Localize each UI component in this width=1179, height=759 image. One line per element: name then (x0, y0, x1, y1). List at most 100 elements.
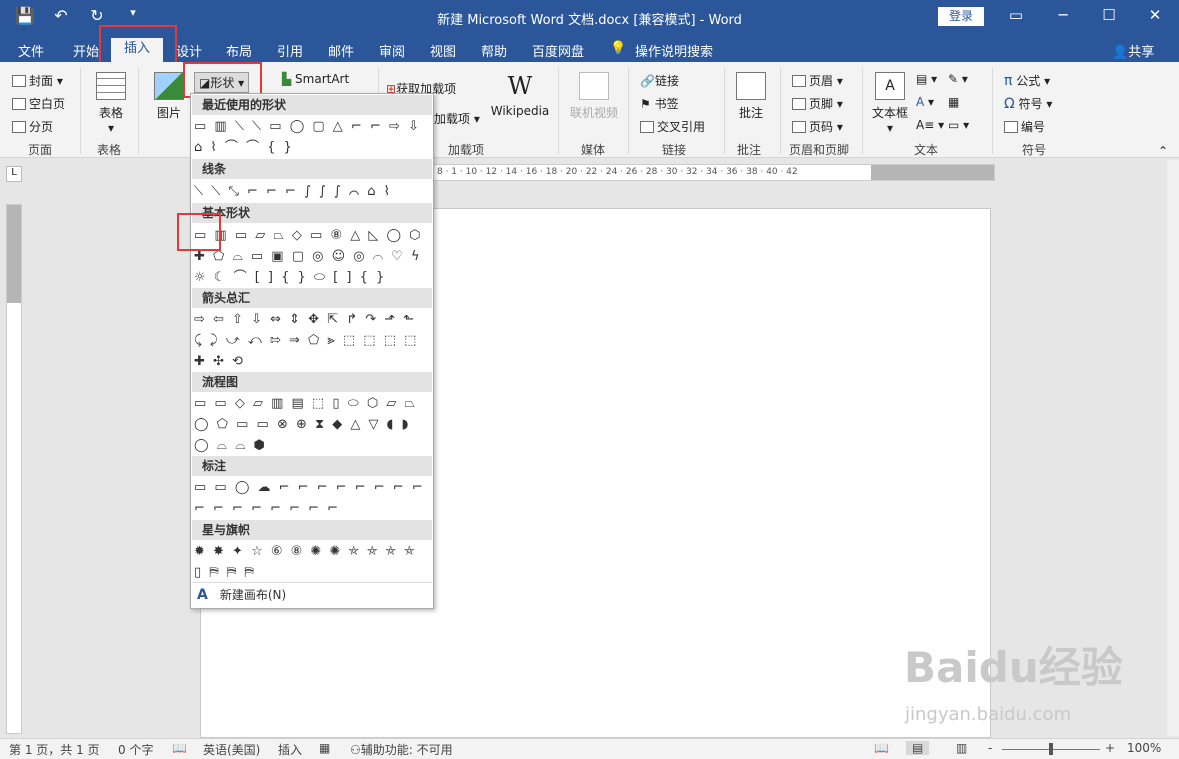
tab-insert[interactable]: 插入 (111, 38, 163, 62)
shape-row[interactable]: ⇨ ⇦ ⇧ ⇩ ⇔ ⇕ ✥ ⇱ ↱ ↷ ⬏ ⬑ (194, 309, 432, 330)
shape-row[interactable]: ✚ ✣ ⟲ (194, 351, 432, 372)
shape-row[interactable]: ▭ ▭ ◇ ▱ ▥ ▤ ⬚ ▯ ⬭ ⬡ ⏥ ⏢ (194, 393, 432, 414)
login-button[interactable]: 登录 (938, 7, 984, 26)
picture-button[interactable]: 图片 (152, 72, 186, 121)
equation-button[interactable]: π 公式 ▾ (1004, 72, 1050, 89)
zoom-out-button[interactable]: - (988, 741, 992, 755)
shape-row[interactable]: ⤹ ⤸ ⤻ ⤺ ⇰ ⇒ ⬠ ⪢ ⬚ ⬚ ⬚ ⬚ (194, 330, 432, 351)
my-addins-button[interactable]: 加载项 ▾ (434, 110, 480, 127)
ribbon: 封面 ▾ 空白页 分页 页面 表格 ▾ 表格 图片 ◪形状 ▾ ▙ SmartAr… (0, 62, 1179, 158)
collapse-ribbon-icon[interactable]: ⌃ (1158, 144, 1168, 158)
maximize-icon[interactable]: ☐ (1094, 6, 1124, 24)
tab-references[interactable]: 引用 (277, 41, 303, 60)
page-number-button[interactable]: 页码 ▾ (792, 118, 843, 135)
online-video-button[interactable]: 联机视频 (568, 72, 620, 121)
tab-home[interactable]: 开始 (73, 41, 99, 60)
datetime-icon[interactable]: ▦ (948, 95, 959, 109)
omega-icon: Ω (1004, 96, 1015, 112)
bookmark-button[interactable]: ⚑ 书签 (640, 95, 679, 112)
group-label-tables: 表格 (97, 143, 122, 157)
page-break-button[interactable]: 分页 (12, 118, 53, 135)
vertical-ruler[interactable] (6, 204, 22, 734)
macro-icon[interactable]: ▦ (319, 741, 330, 755)
shape-row[interactable]: ▭ ▥ ⟍ ⟍ ▭ ◯ ▢ △ ⌐ ⌐ ⇨ ⇩ (194, 116, 432, 137)
numbering-button[interactable]: 编号 (1004, 118, 1045, 135)
shapes-button[interactable]: ◪形状 ▾ (194, 72, 250, 93)
tab-review[interactable]: 审阅 (379, 41, 405, 60)
new-canvas-item[interactable]: A 新建画布(N) (197, 586, 286, 603)
group-label-text: 文本 (914, 143, 939, 157)
shape-row[interactable]: ✹ ✸ ✦ ☆ ⑥ ⑧ ✺ ✺ ⛤ ⛤ ⛤ ⛤ (194, 541, 432, 562)
comment-button[interactable]: 批注 (734, 72, 768, 121)
print-layout-icon[interactable]: ▤ (906, 741, 930, 755)
table-button[interactable]: 表格 ▾ (94, 72, 128, 135)
zoom-level[interactable]: 100% (1127, 741, 1161, 755)
shape-row[interactable]: ⟍ ⟍ ⤡ ⌐ ⌐ ⌐ ∫ ∫ ∫ ⌒ ⌂ ⌇ (194, 181, 432, 202)
tab-help[interactable]: 帮助 (481, 41, 507, 60)
object-icon[interactable]: ▭ ▾ (948, 118, 969, 132)
shape-row[interactable]: ✚ ⬠ ⌓ ▭ ▣ ▢ ◎ ☺ ◎ ⌒ ♡ ϟ (194, 246, 432, 267)
dropcap-icon[interactable]: A≡ ▾ (916, 118, 944, 132)
pi-icon: π (1004, 73, 1013, 89)
cross-reference-button[interactable]: 交叉引用 (640, 118, 705, 135)
link-button[interactable]: 🔗链接 (640, 72, 679, 89)
wordart-icon[interactable]: A ▾ (916, 95, 934, 109)
shape-row[interactable]: ▯ ⛿ ⛿ ⛿ (194, 562, 432, 583)
tab-design[interactable]: 设计 (176, 41, 202, 60)
shape-row[interactable]: ☼ ☾ ⌒ [ ] { } ⬭ [ ] { } (194, 267, 432, 288)
web-layout-icon[interactable]: ▥ (956, 741, 967, 755)
shape-row[interactable]: ⌐ ⌐ ⌐ ⌐ ⌐ ⌐ ⌐ ⌐ (194, 498, 432, 519)
accessibility-status[interactable]: ⚇辅助功能: 不可用 (350, 741, 453, 758)
shape-row[interactable]: ◯ ⬠ ▭ ▭ ⊗ ⊕ ⧗ ◆ △ ▽ ◖ ◗ (194, 414, 432, 435)
wikipedia-button[interactable]: W Wikipedia (490, 72, 550, 118)
tab-selector[interactable]: L (6, 166, 22, 182)
quick-parts-icon[interactable]: ▤ ▾ (916, 72, 937, 86)
divider (628, 68, 629, 154)
minimize-icon[interactable]: ─ (1048, 6, 1078, 24)
page-count[interactable]: 第 1 页，共 1 页 (9, 741, 100, 758)
section-flowchart: 流程图 (192, 372, 432, 392)
picture-icon (154, 72, 184, 100)
divider (992, 68, 993, 154)
accessibility-icon: ⚇ (350, 743, 361, 757)
shape-row[interactable]: ▭ ▭ ◯ ☁ ⌐ ⌐ ⌐ ⌐ ⌐ ⌐ ⌐ ⌐ (194, 477, 432, 498)
symbol-button[interactable]: Ω 符号 ▾ (1004, 95, 1052, 112)
zoom-in-button[interactable]: + (1105, 741, 1115, 755)
smartart-button[interactable]: ▙ SmartArt (282, 72, 349, 86)
close-icon[interactable]: ✕ (1140, 6, 1170, 24)
divider (80, 68, 81, 154)
footer-button[interactable]: 页脚 ▾ (792, 95, 843, 112)
language[interactable]: 英语(美国) (203, 741, 260, 758)
tab-view[interactable]: 视图 (430, 41, 456, 60)
textbox-icon: A (875, 72, 905, 100)
shape-row[interactable]: ◯ ⌓ ⌓ ⬢ (194, 435, 432, 456)
wikipedia-icon: W (507, 72, 533, 100)
tab-layout[interactable]: 布局 (226, 41, 252, 60)
tab-file[interactable]: 文件 (18, 41, 44, 60)
ribbon-display-icon[interactable]: ▭ (1001, 6, 1031, 24)
insert-mode[interactable]: 插入 (278, 741, 302, 758)
status-bar: 第 1 页，共 1 页 0 个字 📖 英语(美国) 插入 ▦ ⚇辅助功能: 不可… (0, 738, 1179, 759)
vertical-scrollbar[interactable] (1167, 160, 1179, 736)
section-lines: 线条 (192, 159, 432, 179)
header-button[interactable]: 页眉 ▾ (792, 72, 843, 89)
cover-page-button[interactable]: 封面 ▾ (12, 72, 63, 89)
shape-row[interactable]: ▭ ▥ ▭ ▱ ⏢ ◇ ▭ ⑧ △ ◺ ◯ ⬡ (194, 225, 432, 246)
tell-me-search[interactable]: 操作说明搜索 (635, 41, 713, 60)
word-count[interactable]: 0 个字 (118, 741, 153, 758)
tab-baidu-netdisk[interactable]: 百度网盘 (532, 41, 584, 60)
ruler-margin-top (7, 205, 21, 303)
header-icon (792, 75, 806, 87)
group-label-header-footer: 页眉和页脚 (789, 143, 850, 157)
share-button[interactable]: 👤共享 (1112, 41, 1154, 60)
signature-icon[interactable]: ✎ ▾ (948, 72, 968, 86)
read-mode-icon[interactable]: 📖 (874, 741, 889, 755)
zoom-slider-thumb[interactable] (1049, 743, 1053, 755)
numbering-icon (1004, 121, 1018, 133)
proofing-icon[interactable]: 📖 (172, 741, 187, 755)
table-icon (96, 72, 126, 100)
blank-page-button[interactable]: 空白页 (12, 95, 65, 112)
textbox-button[interactable]: A 文本框 ▾ (870, 72, 910, 135)
shape-row[interactable]: ⌂ ⌇ ⌒ ⌒ { } (194, 137, 432, 158)
tab-mailings[interactable]: 邮件 (328, 41, 354, 60)
